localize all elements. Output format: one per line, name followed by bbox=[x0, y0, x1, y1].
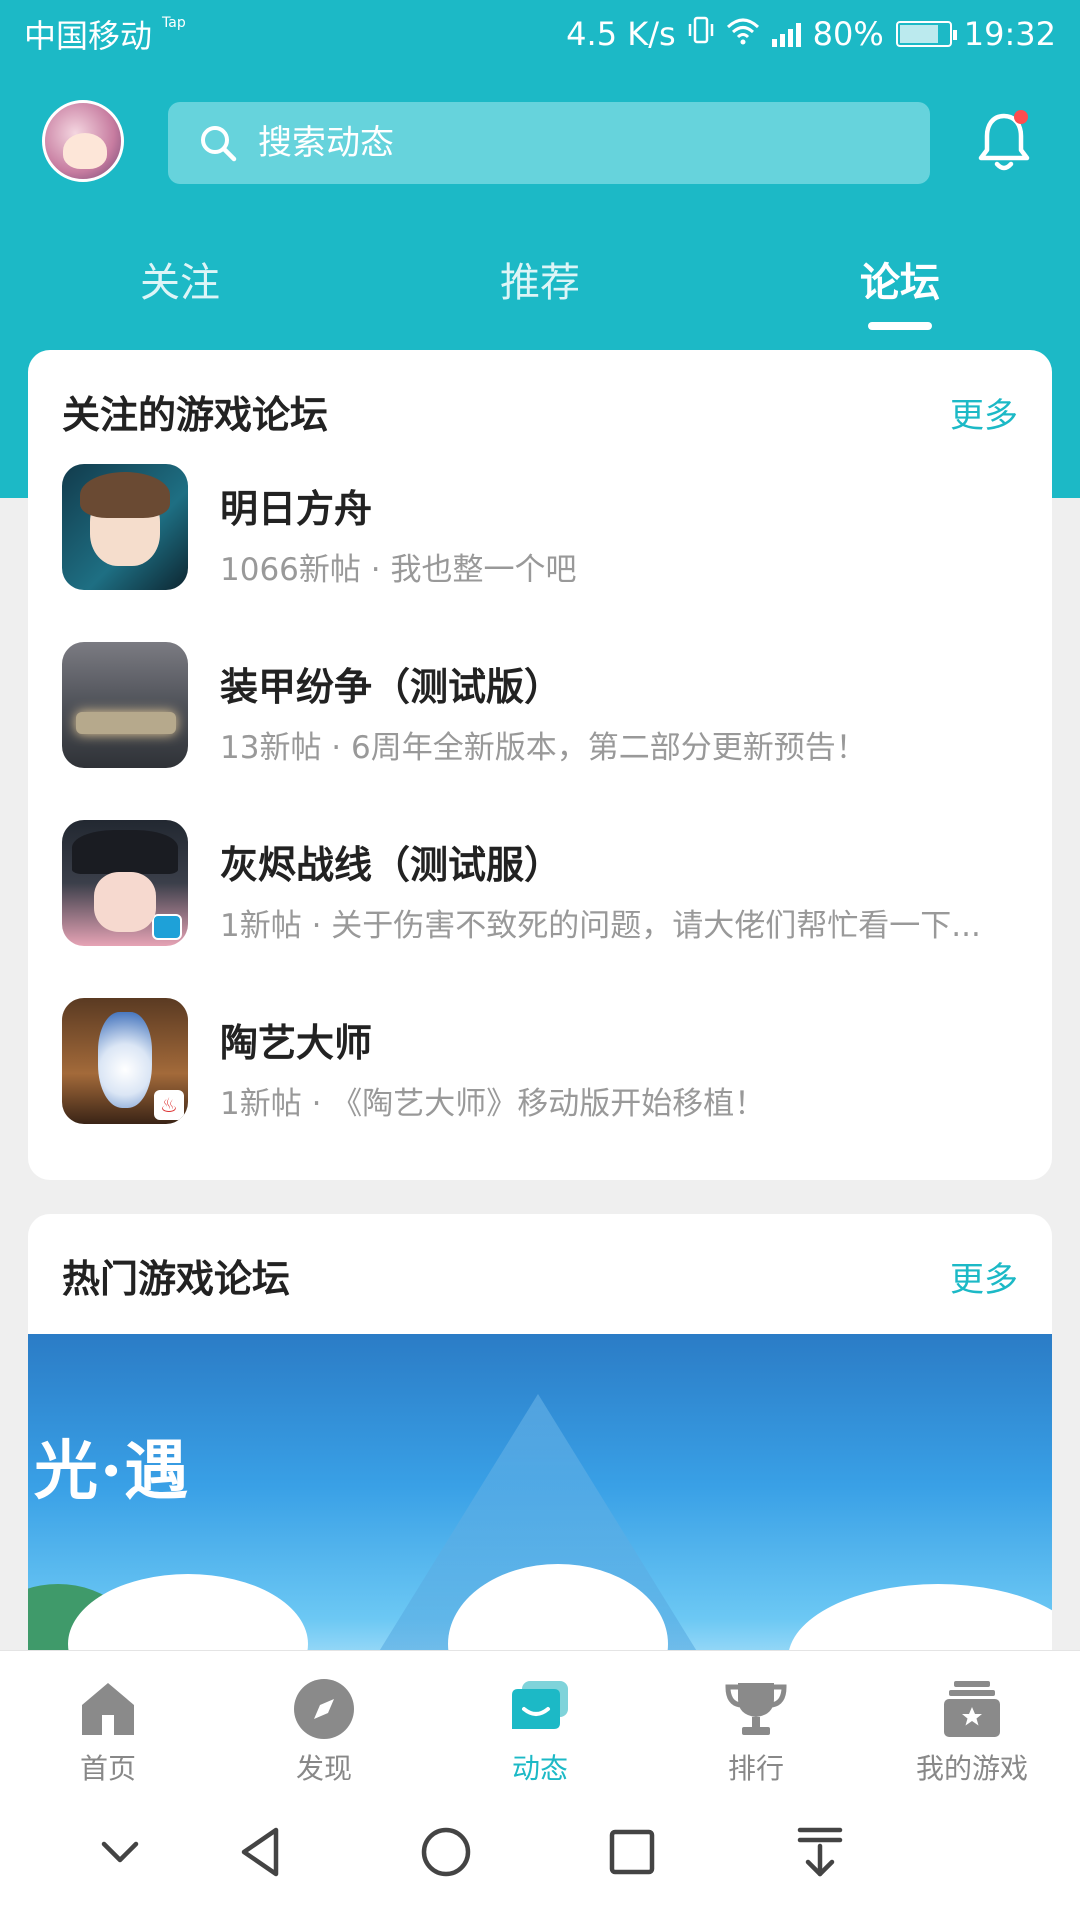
compass-icon bbox=[292, 1677, 356, 1741]
tab-forum[interactable]: 论坛 bbox=[860, 250, 940, 308]
tab-recommended[interactable]: 推荐 bbox=[500, 250, 580, 308]
trophy-icon bbox=[724, 1677, 788, 1741]
nav-label: 发现 bbox=[295, 1752, 352, 1785]
back-triangle-icon[interactable] bbox=[232, 1822, 292, 1882]
notification-button[interactable] bbox=[976, 110, 1032, 174]
nav-feed[interactable]: 动态 bbox=[460, 1677, 620, 1787]
bottom-nav: 首页 发现 动态 排行 我的游戏 bbox=[0, 1650, 1080, 1787]
search-bar[interactable] bbox=[168, 102, 930, 184]
collapse-chevron-icon[interactable] bbox=[90, 1822, 150, 1882]
nav-home[interactable]: 首页 bbox=[28, 1677, 188, 1787]
battery-percent: 80% bbox=[812, 15, 884, 53]
flame-badge-icon: ♨ bbox=[154, 1090, 184, 1120]
bell-icon bbox=[976, 113, 1032, 178]
forum-desc: 1066新帖 · 我也整一个吧 bbox=[220, 552, 577, 588]
notification-pull-icon[interactable] bbox=[790, 1822, 850, 1882]
followed-forums-title: 关注的游戏论坛 bbox=[62, 393, 329, 437]
system-nav-bar bbox=[0, 1784, 1080, 1920]
search-icon bbox=[198, 123, 238, 163]
home-icon bbox=[76, 1677, 140, 1741]
recents-square-icon[interactable] bbox=[602, 1822, 662, 1882]
followed-forums-card: 关注的游戏论坛 更多 明日方舟 1066新帖 · 我也整一个吧 装甲纷争（测试版… bbox=[28, 350, 1052, 1180]
hot-forums-card: 热门游戏论坛 更多 光·遇 bbox=[28, 1214, 1052, 1714]
followed-forums-more-link[interactable]: 更多 bbox=[950, 388, 1018, 437]
nav-discover[interactable]: 发现 bbox=[244, 1677, 404, 1787]
forum-item-arknights[interactable]: 明日方舟 1066新帖 · 我也整一个吧 bbox=[62, 464, 1022, 590]
status-bar: 中国移动 Tap 4.5 K/s 80% 19:32 bbox=[0, 0, 1080, 68]
clock: 19:32 bbox=[963, 15, 1056, 53]
tab-following[interactable]: 关注 bbox=[140, 250, 220, 308]
network-speed: 4.5 K/s bbox=[566, 15, 676, 53]
user-avatar[interactable] bbox=[42, 100, 124, 182]
banner-logo: 光·遇 bbox=[34, 1434, 191, 1509]
forum-desc: 13新帖 · 6周年全新版本，第二部分更新预告！ bbox=[220, 730, 867, 766]
search-input[interactable] bbox=[258, 123, 858, 163]
wifi-icon bbox=[726, 15, 760, 53]
home-circle-icon[interactable] bbox=[416, 1822, 476, 1882]
forum-desc: 1新帖 · 关于伤害不致死的问题，请大佬们帮忙看一下... bbox=[220, 908, 981, 944]
forum-item-armor-clash[interactable]: 装甲纷争（测试版） 13新帖 · 6周年全新版本，第二部分更新预告！ bbox=[62, 642, 1022, 768]
chat-icon bbox=[508, 1677, 572, 1741]
nav-my-games[interactable]: 我的游戏 bbox=[892, 1677, 1052, 1787]
nav-label: 我的游戏 bbox=[915, 1752, 1028, 1785]
nav-label: 排行 bbox=[727, 1752, 784, 1785]
forum-item-ash-frontline[interactable]: 灰烬战线（测试服） 1新帖 · 关于伤害不致死的问题，请大佬们帮忙看一下... bbox=[62, 820, 1022, 946]
bilibili-badge-icon bbox=[152, 914, 182, 940]
hot-forums-title: 热门游戏论坛 bbox=[62, 1257, 291, 1301]
forum-name: 灰烬战线（测试服） bbox=[220, 843, 563, 887]
hot-forums-more-link[interactable]: 更多 bbox=[950, 1252, 1018, 1301]
nav-label: 首页 bbox=[79, 1752, 136, 1785]
game-icon-ash-frontline bbox=[62, 820, 188, 946]
game-icon-pottery-master: ♨ bbox=[62, 998, 188, 1124]
notification-dot bbox=[1014, 110, 1028, 124]
active-tab-indicator bbox=[868, 322, 932, 330]
forum-name: 装甲纷争（测试版） bbox=[220, 665, 563, 709]
battery-icon bbox=[895, 21, 957, 47]
forum-item-pottery-master[interactable]: ♨ 陶艺大师 1新帖 · 《陶艺大师》移动版开始移植！ bbox=[62, 998, 1022, 1124]
signal-icon bbox=[771, 21, 801, 47]
tab-bar: 关注 推荐 论坛 bbox=[0, 250, 1080, 330]
game-icon-arknights bbox=[62, 464, 188, 590]
nav-label: 动态 bbox=[511, 1752, 568, 1785]
forum-desc: 1新帖 · 《陶艺大师》移动版开始移植！ bbox=[220, 1086, 766, 1122]
game-library-icon bbox=[940, 1677, 1004, 1741]
forum-name: 明日方舟 bbox=[220, 487, 373, 531]
game-icon-armor-clash bbox=[62, 642, 188, 768]
vibrate-icon bbox=[688, 15, 714, 53]
carrier-label: 中国移动 bbox=[24, 17, 153, 55]
carrier-badge: Tap bbox=[162, 15, 186, 31]
nav-ranking[interactable]: 排行 bbox=[676, 1677, 836, 1787]
forum-name: 陶艺大师 bbox=[220, 1021, 373, 1065]
